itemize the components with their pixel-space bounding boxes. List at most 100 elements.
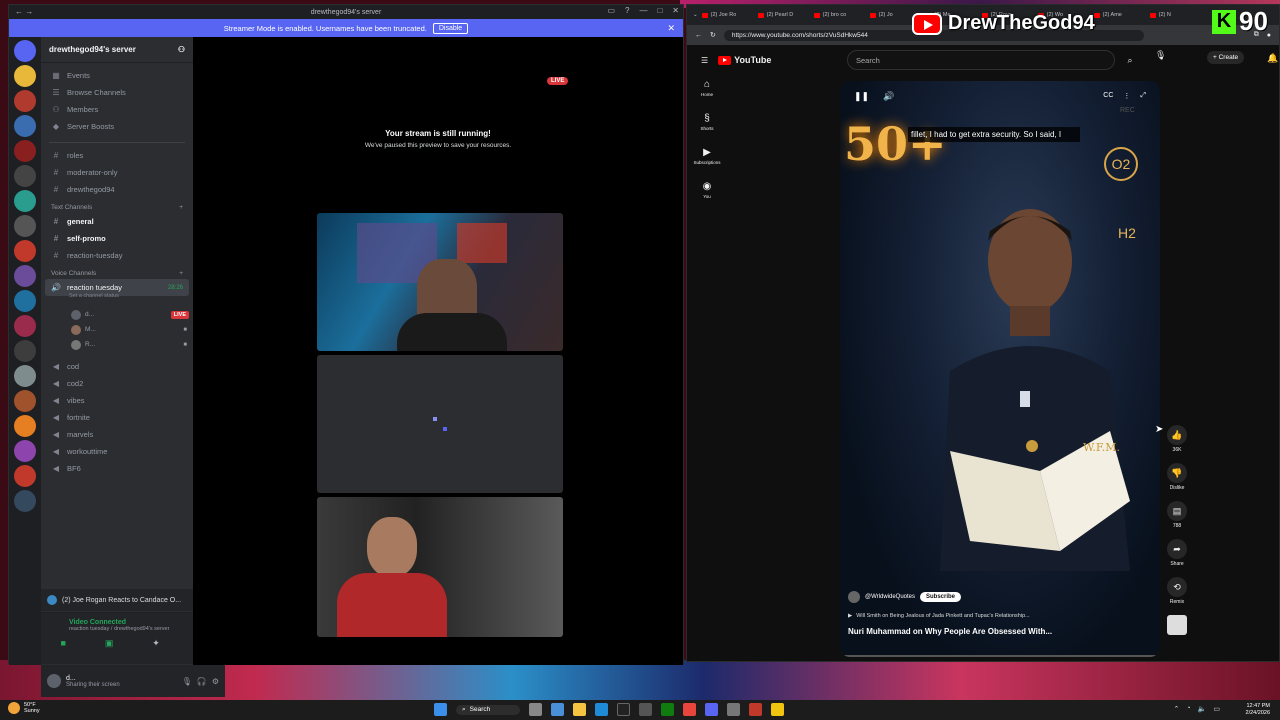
close-icon[interactable]: ✕ — [672, 6, 679, 15]
chrome-icon[interactable] — [683, 703, 697, 716]
headphones-icon[interactable]: 🎧 — [197, 677, 207, 686]
more-icon[interactable]: ⋮ — [1123, 92, 1130, 100]
share-button[interactable]: ➦ Share — [1165, 539, 1189, 567]
members-item[interactable]: ⚇ Members — [41, 101, 193, 118]
invite-icon[interactable]: ⚇ — [178, 45, 185, 54]
server-icon[interactable] — [14, 240, 36, 262]
voice-channel-cod[interactable]: ◀ cod — [41, 358, 193, 375]
server-icon[interactable] — [14, 465, 36, 487]
browser-tab[interactable]: (2) Ame — [1093, 12, 1146, 18]
youtube-logo[interactable]: YouTube — [718, 55, 771, 65]
back-forward-icon[interactable]: ← → — [15, 7, 33, 16]
menu-icon[interactable]: ☰ — [701, 56, 708, 65]
close-banner-icon[interactable]: ✕ — [667, 23, 675, 34]
sound-button[interactable] — [1165, 615, 1189, 635]
channel-avatar[interactable] — [848, 591, 860, 603]
dislike-button[interactable]: 👎 Dislike — [1165, 463, 1189, 491]
app-icon[interactable] — [749, 703, 763, 716]
browser-tab[interactable]: (2) Joe Ro — [701, 12, 754, 18]
browse-channels-item[interactable]: ☰ Browse Channels — [41, 84, 193, 101]
app-icon[interactable] — [551, 703, 565, 716]
server-icon[interactable] — [14, 315, 36, 337]
voice-user[interactable]: d... LIVE — [41, 307, 193, 322]
voice-user[interactable]: M... ■ — [41, 322, 193, 337]
channel-drewthegod94[interactable]: # drewthegod94 — [41, 181, 193, 198]
server-icon[interactable] — [14, 365, 36, 387]
edge-icon[interactable] — [595, 703, 609, 716]
server-icon[interactable] — [14, 165, 36, 187]
channel-roles[interactable]: # roles — [41, 147, 193, 164]
server-icon[interactable] — [14, 140, 36, 162]
camera-icon[interactable]: ■ — [60, 638, 65, 649]
voice-user[interactable]: R... ■ — [41, 337, 193, 352]
volume-icon[interactable]: 🔈 — [1198, 705, 1207, 713]
taskbar-search[interactable]: ⌕ Search — [456, 704, 521, 715]
avatar[interactable] — [47, 674, 61, 688]
rail-home[interactable]: ⌂ Home — [687, 79, 727, 97]
inbox-icon[interactable]: ▭ — [607, 6, 615, 15]
rail-subscriptions[interactable]: ▶ Subscriptions — [687, 147, 727, 165]
channel-moderator-only[interactable]: # moderator-only — [41, 164, 193, 181]
chevron-up-icon[interactable]: ⌃ — [1174, 705, 1180, 713]
start-icon[interactable] — [434, 703, 447, 716]
channel-reaction-tuesday[interactable]: # reaction-tuesday — [41, 247, 193, 264]
microphone-icon[interactable]: 🎙 — [182, 677, 192, 686]
channel-handle[interactable]: @WrldwideQuotes — [865, 594, 915, 600]
minimize-icon[interactable]: — — [639, 6, 647, 15]
like-button[interactable]: 👍 36K — [1165, 425, 1189, 453]
voice-channels-category[interactable]: Voice Channels + — [41, 264, 193, 279]
voice-channel-workouttime[interactable]: ◀ workouttime — [41, 443, 193, 460]
reload-icon[interactable]: ↻ — [710, 31, 716, 39]
voice-channel-bf6[interactable]: ◀ BF6 — [41, 460, 193, 477]
rail-shorts[interactable]: § Shorts — [687, 113, 727, 131]
create-button[interactable]: + Create — [1207, 51, 1245, 64]
remix-button[interactable]: ⟲ Remix — [1165, 577, 1189, 605]
search-input[interactable]: Search — [847, 50, 1115, 70]
server-icon[interactable] — [14, 65, 36, 87]
add-channel-icon[interactable]: + — [179, 270, 183, 277]
xbox-icon[interactable] — [661, 703, 675, 716]
server-icon[interactable] — [14, 490, 36, 512]
pause-icon[interactable]: ❚❚ — [854, 91, 869, 102]
discord-icon[interactable] — [705, 703, 719, 716]
gear-icon[interactable]: ⚙ — [212, 677, 219, 686]
help-icon[interactable]: ? — [625, 6, 629, 15]
voice-channel-fortnite[interactable]: ◀ fortnite — [41, 409, 193, 426]
video-tile-participant[interactable] — [317, 497, 563, 637]
back-icon[interactable]: ← — [695, 32, 702, 39]
related-video-link[interactable]: ▶ Will Smith on Being Jealous of Jada Pin… — [848, 613, 1030, 619]
channel-self-promo[interactable]: # self-promo — [41, 230, 193, 247]
browser-tab[interactable]: (2) N — [1149, 12, 1202, 18]
video-tile-loading[interactable] — [317, 355, 563, 493]
fullscreen-icon[interactable]: ⤢ — [1140, 92, 1146, 100]
app-icon[interactable] — [771, 703, 785, 716]
maximize-icon[interactable]: □ — [657, 6, 662, 15]
events-item[interactable]: ▦ Events — [41, 67, 193, 84]
browser-tab[interactable]: (2) Pearl D — [757, 12, 810, 18]
browser-tab[interactable]: (2) bro co — [813, 12, 866, 18]
video-tile-streamer[interactable] — [317, 213, 563, 351]
voice-channel-vibes[interactable]: ◀ vibes — [41, 392, 193, 409]
subscribe-button[interactable]: Subscribe — [920, 592, 962, 602]
tab-list-icon[interactable]: ⌄ — [693, 12, 698, 18]
disable-streamer-mode-button[interactable]: Disable — [432, 22, 469, 34]
server-icon[interactable] — [14, 415, 36, 437]
server-header[interactable]: drewthegod94's server ⚇ — [41, 37, 193, 63]
server-icon[interactable] — [14, 290, 36, 312]
voice-channel-marvels[interactable]: ◀ marvels — [41, 426, 193, 443]
server-icon[interactable] — [14, 340, 36, 362]
server-icon[interactable] — [14, 440, 36, 462]
battery-icon[interactable]: ▭ — [1213, 705, 1220, 713]
voice-search-icon[interactable]: 🎙 — [1155, 50, 1166, 61]
server-icon[interactable] — [14, 115, 36, 137]
file-explorer-icon[interactable] — [573, 703, 587, 716]
shorts-player[interactable]: ❚❚ 🔊 CC ⋮ ⤢ 50+ O2 H2 W.F.M. fillet, I had … — [840, 81, 1160, 657]
captions-icon[interactable]: CC — [1103, 92, 1113, 100]
activities-icon[interactable]: ✦ — [152, 638, 160, 649]
progress-bar[interactable] — [840, 655, 1160, 657]
video-title[interactable]: Nuri Muhammad on Why People Are Obsessed… — [848, 627, 1052, 636]
task-view-icon[interactable] — [529, 703, 543, 716]
server-icon[interactable] — [14, 265, 36, 287]
rail-you[interactable]: ◉ You — [687, 181, 727, 199]
weather-widget[interactable]: 50°F Sunny — [8, 702, 40, 715]
